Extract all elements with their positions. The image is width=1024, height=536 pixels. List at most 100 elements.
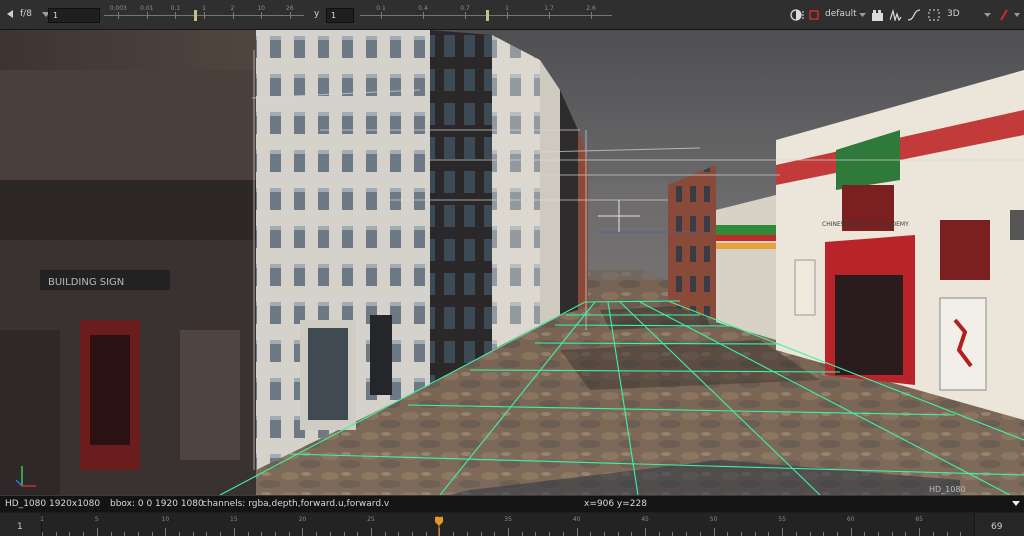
brush-icon [1000,9,1008,21]
timeline-tick-label: 45 [641,516,649,523]
timeline-tick [69,532,71,536]
timeline-start-field[interactable]: 1 [0,513,42,536]
timeline-tick [727,532,729,536]
timeline-tick [137,532,139,536]
gamma-slider[interactable]: 0.1 0.4 0.7 1 1.7 2.6 [360,5,612,21]
timeline-tick [590,532,592,536]
slider-tick-label: 0.1 [170,5,181,12]
viewer-canvas[interactable]: BUILDING SIGN CHINESE KUNG FU ACADEMY HD… [0,30,1024,495]
color-swatch-icon [809,10,819,20]
chevron-down-icon [983,12,991,17]
slider-tick-label: 10 [257,5,265,12]
slider-tick-label: 0.7 [460,5,470,12]
cursor-coords: x=906 y=228 [584,499,647,509]
timeline-tick [905,532,907,536]
timeline-tick [603,532,605,536]
timeline-end-field[interactable]: 69 [974,513,1024,536]
timeline-tick [110,532,112,536]
timeline-tick [946,532,948,536]
timeline-tick [275,532,276,536]
timeline-tick [960,532,962,536]
view-mode-select[interactable]: 3D [947,9,960,19]
frame-input[interactable]: 1 [48,8,100,23]
camera-button[interactable] [872,8,884,22]
gamma-input[interactable]: 1 [326,8,354,23]
timeline-tick [453,532,455,536]
timeline-tick [206,532,208,536]
timeline-tick-label: 40 [572,516,581,523]
slider-tick [118,12,120,19]
timeline-tick [782,528,784,536]
timeline-tick [932,532,934,536]
slider-tick-label: 1 [202,5,206,12]
academy-sign: CHINESE KUNG FU ACADEMY [822,221,909,228]
timeline-tick [343,532,345,536]
axis-gizmo [10,458,40,488]
red-brick-building [668,165,716,320]
view-mode-dropdown[interactable] [983,8,991,22]
format-overlay-label: HD_1080 [929,485,966,494]
viewer-info-bar: HD_1080 1920x1080 bbox: 0 0 1920 1080 ch… [0,495,1024,512]
timeline-start-frame: 1 [17,522,23,532]
format-info: HD_1080 1920x1080 [5,499,101,509]
timeline-tick [521,532,523,536]
timeline-tick [631,532,633,536]
info-menu-button[interactable] [1012,501,1020,506]
timeline-tick [549,532,551,536]
timeline-tick [55,532,57,536]
timeline-tick [261,532,263,536]
slider-tick-label: 0.4 [418,5,428,12]
gain-slider[interactable]: 0.003 0.01 0.1 1 2 10 26 [104,5,304,21]
timeline-tick [302,528,304,536]
timeline-tick [192,532,194,536]
color-swatch-button[interactable] [808,8,820,22]
histogram-button[interactable] [890,8,902,22]
exposure-button[interactable] [790,8,804,22]
timeline-tick [850,528,852,536]
slider-tick-label: 2.6 [586,5,596,12]
timeline-tick [919,528,921,536]
timeline-tick-label: 25 [367,516,375,523]
timeline-tick [699,532,701,536]
roi-icon [928,9,940,21]
slider-handle[interactable] [486,10,489,21]
timeline-tick [768,532,770,536]
timeline-tick-label: 55 [778,516,786,523]
step-back-button[interactable] [6,9,14,19]
slider-tick [549,12,550,19]
timeline-tick [165,528,167,536]
bbox-info: bbox: 0 0 1920 1080 [110,499,204,509]
timeline-ruler[interactable]: 15101520253035404550556065 [40,513,975,536]
timeline-playhead[interactable] [435,517,444,536]
store-building [716,195,776,340]
timeline-tick [754,532,756,536]
timeline-tick [795,532,797,536]
slider-handle[interactable] [194,10,197,21]
timeline[interactable]: 1 15101520253035404550556065 69 [0,513,1024,536]
slider-tick-label: 1 [505,5,509,12]
play-back-icon [7,10,13,18]
timeline-tick [741,532,742,536]
paint-button[interactable] [999,8,1009,22]
curve-icon [908,9,920,21]
paint-dropdown[interactable] [1013,8,1021,22]
lut-dropdown[interactable] [858,8,866,22]
timeline-tick [645,528,647,536]
scene-render[interactable]: BUILDING SIGN CHINESE KUNG FU ACADEMY [0,30,1024,495]
timeline-tick [83,532,85,536]
left-shop-sign: BUILDING SIGN [48,277,124,288]
timeline-tick [891,532,893,536]
chevron-down-icon [858,12,866,17]
timeline-tick-label: 15 [230,516,238,523]
roi-button[interactable] [928,8,940,22]
timeline-tick [329,532,331,536]
timeline-tick [576,528,578,536]
slider-tick-label: 0.003 [109,5,127,12]
curve-button[interactable] [908,8,920,22]
timeline-tick [288,532,290,536]
timeline-tick [617,532,619,536]
fstop-label[interactable]: f/8 [20,9,32,19]
timeline-tick-label: 10 [161,516,170,523]
lut-select[interactable]: default [825,9,857,19]
timeline-tick [316,532,318,536]
